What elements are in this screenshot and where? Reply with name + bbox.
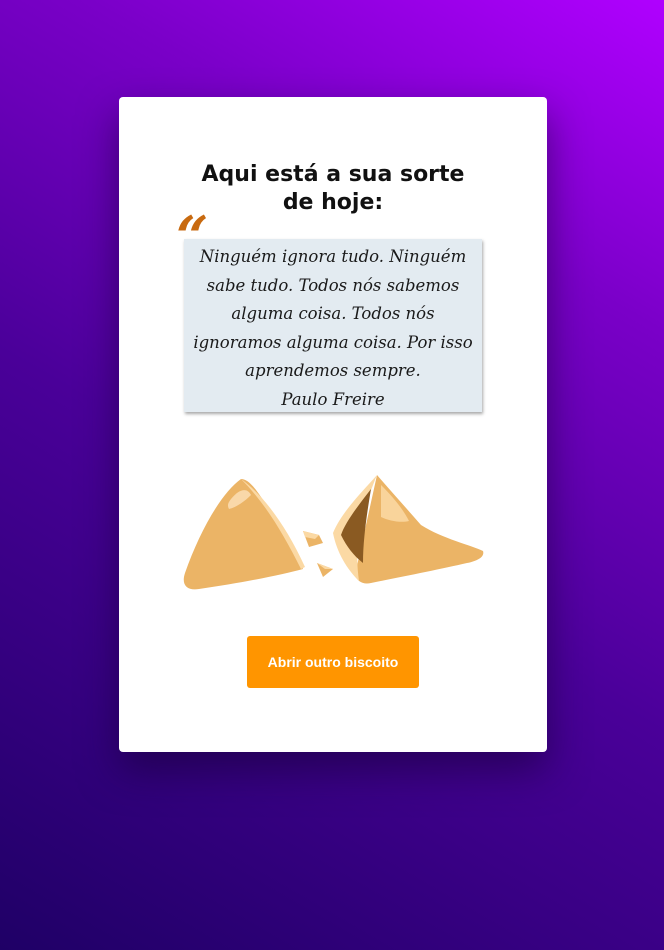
fortune-quote-box: Ninguém ignora tudo. Ninguém sabe tudo. … [184,239,482,412]
fortune-quote-text: Ninguém ignora tudo. Ninguém sabe tudo. … [193,247,473,380]
fortune-quote-author: Paulo Freire [281,389,385,409]
title-line-1: Aqui está a sua sorte [201,162,465,187]
open-another-cookie-button[interactable]: Abrir outro biscoito [247,636,419,688]
fortune-card: Aqui está a sua sorte de hoje: “ Ninguém… [119,97,547,752]
fortune-cookie-icon [183,475,484,590]
